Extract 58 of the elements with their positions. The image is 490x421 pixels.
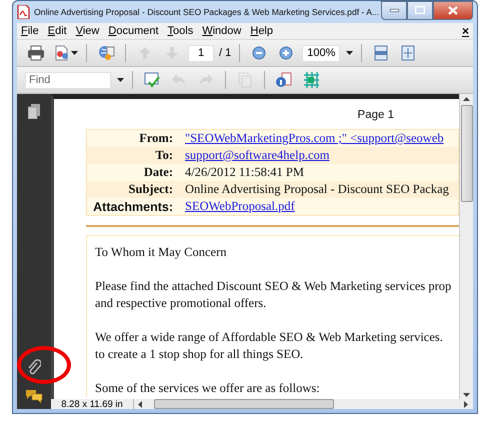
spell-check-icon[interactable] bbox=[143, 71, 161, 89]
body-text-line: We offer a wide range of Affordable SEO & Web Marketing services. bbox=[95, 329, 444, 346]
fit-width-icon[interactable] bbox=[372, 44, 390, 62]
body-text-line: to create a 1 stop shop for all things SEO. bbox=[95, 346, 304, 363]
menu-item[interactable]: Document bbox=[108, 25, 159, 37]
find-field[interactable]: Find bbox=[25, 72, 111, 88]
field-label: From: bbox=[86, 130, 179, 147]
close-button[interactable] bbox=[433, 0, 473, 20]
scroll-right-icon[interactable] bbox=[464, 400, 468, 408]
close-document-button[interactable]: × bbox=[462, 24, 469, 38]
field-label: Attachments: bbox=[86, 198, 179, 216]
body-text-line: Some of the services we offer are as follows: bbox=[95, 380, 321, 397]
scroll-up-icon[interactable] bbox=[463, 97, 470, 101]
email-link[interactable]: support@software4help.com bbox=[185, 148, 330, 162]
page-total: / 1 bbox=[219, 47, 232, 59]
window-title: Online Advertising Proposal - Discount SEO Packages & Web Marketing Services.pdf - A... bbox=[34, 7, 377, 17]
menu-item[interactable]: Help bbox=[250, 25, 273, 37]
body-text-line: To Whom it May Concern bbox=[95, 244, 228, 261]
menu-item[interactable]: File bbox=[21, 25, 39, 37]
page-number-label: Page 1 bbox=[356, 108, 395, 123]
body-text-line: and respective promotional offers. bbox=[95, 295, 268, 312]
speech-bubbles-button[interactable] bbox=[25, 389, 43, 403]
maximize-button[interactable] bbox=[407, 0, 433, 20]
close-icon bbox=[448, 6, 458, 14]
scroll-left-icon[interactable] bbox=[138, 400, 142, 408]
menu-item[interactable]: Edit bbox=[48, 25, 67, 37]
globe-document-icon[interactable] bbox=[97, 44, 115, 62]
fit-page-icon[interactable] bbox=[399, 44, 418, 62]
scrollbar-thumb[interactable] bbox=[460, 105, 472, 202]
page-number-field[interactable]: 1 bbox=[188, 44, 214, 62]
paperclip-button[interactable] bbox=[27, 359, 41, 375]
minimize-button[interactable] bbox=[381, 0, 407, 20]
zoom-out-icon[interactable] bbox=[250, 44, 268, 62]
horizontal-scrollbar-thumb[interactable] bbox=[154, 399, 334, 409]
field-value: 4/26/2012 11:58:41 PM bbox=[185, 165, 304, 179]
field-label: To: bbox=[86, 147, 179, 164]
field-value: Online Advertising Proposal - Discount SEO Packag bbox=[185, 182, 449, 196]
menu-item[interactable]: Tools bbox=[168, 25, 194, 37]
printer-icon[interactable] bbox=[27, 44, 45, 62]
field-label: Subject: bbox=[86, 181, 179, 198]
grid-icon[interactable] bbox=[302, 71, 320, 89]
scroll-down-icon[interactable] bbox=[463, 393, 470, 397]
body-text-line: Please find the attached Discount SEO & Web Marketing services prop bbox=[95, 278, 452, 295]
maximize-icon bbox=[415, 6, 425, 14]
minimize-icon bbox=[390, 8, 398, 12]
caret-icon[interactable] bbox=[70, 51, 78, 55]
zoom-field[interactable]: 100% bbox=[302, 44, 340, 62]
zoom-in-icon[interactable] bbox=[277, 44, 296, 62]
email-link[interactable]: SEOWebProposal.pdf bbox=[185, 199, 295, 213]
menu-item[interactable]: Window bbox=[202, 25, 242, 37]
page-size-label: 8.28 x 11.69 in bbox=[51, 398, 134, 410]
pages-button[interactable] bbox=[28, 104, 40, 119]
menu-item[interactable]: View bbox=[76, 25, 100, 37]
field-label: Date: bbox=[86, 164, 179, 181]
pdf-file-icon bbox=[17, 5, 30, 19]
email-link[interactable]: "SEOWebMarketingPros.com ;" <support@seoweb bbox=[185, 131, 444, 145]
document-people-icon[interactable] bbox=[52, 44, 70, 62]
info-icon[interactable] bbox=[275, 71, 293, 89]
